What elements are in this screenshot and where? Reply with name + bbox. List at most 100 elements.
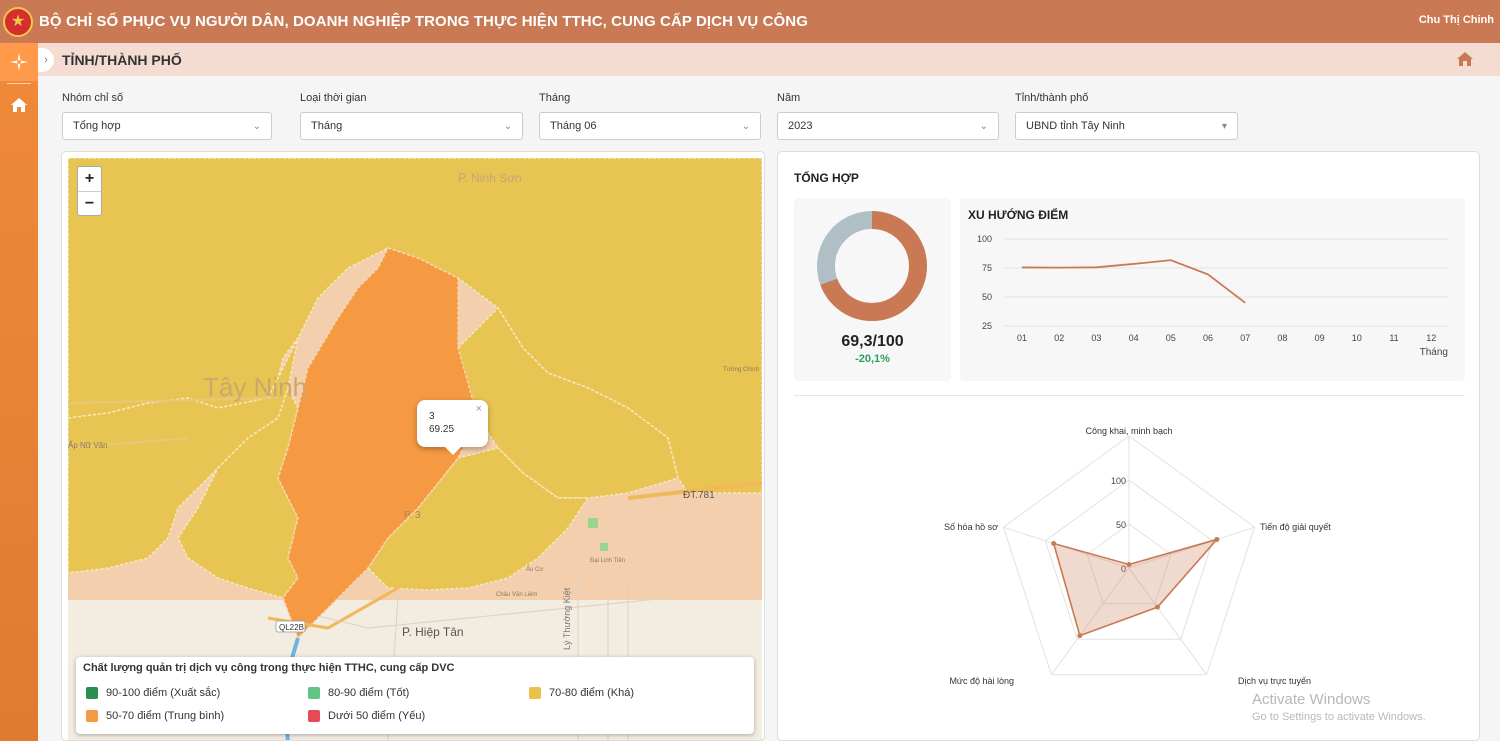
map-popup: × 3 69.25 xyxy=(417,400,488,455)
watermark-title: Activate Windows xyxy=(1252,691,1371,708)
legend-label: 70-80 điểm (Khá) xyxy=(549,687,634,699)
compass-icon xyxy=(10,53,28,71)
radar-point xyxy=(1077,633,1083,639)
radar-axis-label: Mức độ hài lòng xyxy=(949,676,1014,686)
radar-tick-label: 100 xyxy=(1111,476,1126,486)
legend-label: 50-70 điểm (Trung bình) xyxy=(106,710,225,722)
select-value: UBND tỉnh Tây Ninh xyxy=(1026,120,1125,132)
filter-label: Tỉnh/thành phố xyxy=(1015,92,1089,104)
map-label-tuong-chinh: Tường Chính xyxy=(723,367,759,373)
national-emblem-logo: ★ xyxy=(3,6,33,37)
top-bar: ★ BỘ CHỈ SỐ PHỤC VỤ NGƯỜI DÂN, DOANH NGH… xyxy=(0,0,1500,43)
score-donut-chart xyxy=(817,211,927,321)
user-name[interactable]: Chu Thị Chinh xyxy=(1419,14,1494,26)
map-canvas[interactable]: P. Ninh Sơn Tây Ninh P. Hiệp Tân ĐT.781 … xyxy=(68,158,762,741)
legend-item: 70-80 điểm (Khá) xyxy=(529,687,634,699)
sidebar-item-compass[interactable] xyxy=(0,43,38,81)
map-label-ly-thuong-kiet: Lý Thường Kiệt xyxy=(562,587,572,650)
filter-label: Loại thời gian xyxy=(300,92,367,104)
sidebar-toggle-button[interactable]: › xyxy=(38,47,54,72)
x-tick-label: 04 xyxy=(1129,333,1139,343)
chevron-down-icon: ⌄ xyxy=(979,120,988,132)
select-value: Tổng hợp xyxy=(73,120,121,132)
legend-item: Dưới 50 điểm (Yếu) xyxy=(308,710,425,722)
x-tick-label: 08 xyxy=(1277,333,1287,343)
filter-label: Năm xyxy=(777,92,801,104)
total-score: 69,3/100 xyxy=(841,333,904,350)
zoom-in-button[interactable]: + xyxy=(78,167,101,191)
x-tick-label: 07 xyxy=(1240,333,1250,343)
radar-point xyxy=(1214,536,1220,542)
sidebar-item-home[interactable] xyxy=(0,86,38,124)
legend-swatch xyxy=(308,687,320,699)
page-title: TỈNH/THÀNH PHỐ xyxy=(62,51,182,68)
sidebar-divider xyxy=(7,83,31,84)
park-area xyxy=(588,518,598,528)
y-tick-label: 75 xyxy=(982,263,992,273)
map-card: P. Ninh Sơn Tây Ninh P. Hiệp Tân ĐT.781 … xyxy=(61,151,765,741)
map-label-dt781: ĐT.781 xyxy=(683,490,715,501)
select-value: Tháng 06 xyxy=(550,120,597,132)
trend-chart-box: XU HƯỚNG ĐIỂM 25 50 75 100 01 02 03 04 05 06 07 08 0… xyxy=(960,198,1465,381)
province-select[interactable]: UBND tỉnh Tây Ninh ▾ xyxy=(1015,112,1238,140)
page-header: › TỈNH/THÀNH PHỐ xyxy=(38,43,1500,76)
filter-label: Tháng xyxy=(539,92,571,104)
popup-region-id: 3 xyxy=(429,411,435,422)
map-label-au-co: Âu Cơ xyxy=(526,566,543,573)
chevron-right-icon: › xyxy=(44,53,48,66)
map-label-dai-linh-tien: Đại Linh Tiên xyxy=(590,558,625,564)
home-button[interactable] xyxy=(1456,51,1474,72)
y-tick-label: 100 xyxy=(977,234,992,244)
zoom-out-button[interactable]: − xyxy=(78,191,101,215)
year-select[interactable]: 2023 ⌄ xyxy=(777,112,999,140)
map-legend: Chất lượng quản trị dịch vụ công trong t… xyxy=(76,657,754,734)
legend-swatch xyxy=(86,710,98,722)
radar-point xyxy=(1051,541,1057,547)
legend-swatch xyxy=(308,710,320,722)
select-value: 2023 xyxy=(788,120,813,132)
x-tick-label: 05 xyxy=(1166,333,1176,343)
month-select[interactable]: Tháng 06 ⌄ xyxy=(539,112,761,140)
windows-activation-watermark: Activate Windows Go to Settings to activ… xyxy=(1252,691,1426,723)
x-tick-label: 09 xyxy=(1315,333,1325,343)
radar-tick-label: 50 xyxy=(1116,520,1126,530)
radar-point xyxy=(1126,561,1132,567)
legend-item: 80-90 điểm (Tốt) xyxy=(308,687,409,699)
legend-title: Chất lượng quản trị dịch vụ công trong t… xyxy=(83,662,455,674)
legend-label: 90-100 điểm (Xuất sắc) xyxy=(106,687,221,699)
x-tick-label: 03 xyxy=(1091,333,1101,343)
x-tick-label: 06 xyxy=(1203,333,1213,343)
map-label-p3: P. 3 xyxy=(404,510,421,521)
caret-down-icon: ▾ xyxy=(1221,120,1227,132)
summary-card: TỔNG HỢP 69,3/100 -20,1% XU HƯỚNG ĐIỂM 2… xyxy=(777,151,1480,741)
filter-index-group: Nhóm chỉ số Tổng hợp ⌄ xyxy=(62,92,272,140)
score-box: 69,3/100 -20,1% xyxy=(794,198,951,381)
x-tick-label: 11 xyxy=(1389,333,1398,343)
radar-series-area xyxy=(1052,537,1220,637)
radar-axis-label: Tiến độ giải quyết xyxy=(1260,522,1331,532)
legend-swatch xyxy=(529,687,541,699)
index-group-select[interactable]: Tổng hợp ⌄ xyxy=(62,112,272,140)
popup-region-score: 69.25 xyxy=(429,424,455,435)
radar-axis-label: Dịch vụ trực tuyến xyxy=(1238,676,1311,686)
legend-item: 50-70 điểm (Trung bình) xyxy=(86,710,224,722)
filter-time-type: Loại thời gian Tháng ⌄ xyxy=(300,92,523,140)
province-map[interactable]: P. Ninh Sơn Tây Ninh P. Hiệp Tân ĐT.781 … xyxy=(68,158,762,741)
zoom-control: + − xyxy=(77,166,102,216)
legend-item: 90-100 điểm (Xuất sắc) xyxy=(86,687,220,699)
filter-province: Tỉnh/thành phố UBND tỉnh Tây Ninh ▾ xyxy=(1015,92,1238,140)
radar-point xyxy=(1154,604,1160,610)
home-icon xyxy=(1457,52,1473,66)
time-type-select[interactable]: Tháng ⌄ xyxy=(300,112,523,140)
watermark-subtitle: Go to Settings to activate Windows. xyxy=(1252,711,1426,723)
x-tick-label: 12 xyxy=(1426,333,1436,343)
chevron-down-icon: ⌄ xyxy=(252,120,261,132)
select-value: Tháng xyxy=(311,120,343,132)
map-label-chau-van-liem: Châu Văn Liêm xyxy=(496,592,537,598)
popup-close-button[interactable]: × xyxy=(476,403,482,416)
radar-chart: 050100Công khai, minh bạchTiến độ giải q… xyxy=(944,426,1331,686)
x-axis-label: Tháng xyxy=(1420,347,1448,358)
summary-title: TỔNG HỢP xyxy=(794,171,859,185)
map-label-ql22b: QL22B xyxy=(279,623,304,632)
filter-year: Năm 2023 ⌄ xyxy=(777,92,999,140)
